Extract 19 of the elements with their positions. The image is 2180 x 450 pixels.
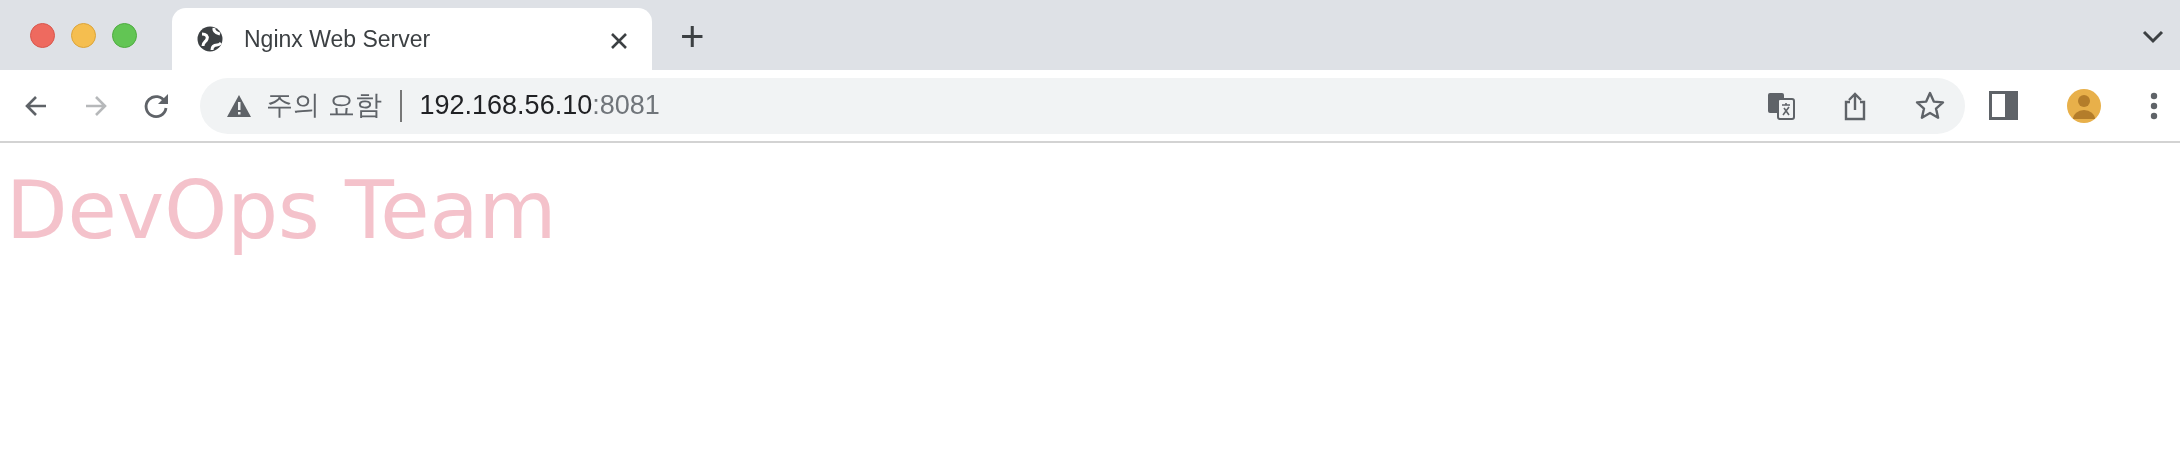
avatar-icon[interactable] [2066, 87, 2102, 124]
menu-icon[interactable] [2150, 91, 2158, 120]
url-port: :8081 [592, 89, 660, 123]
close-window-button[interactable] [30, 22, 55, 48]
browser-tab[interactable]: Nginx Web Server [172, 8, 652, 70]
url-host: 192.168.56.10 [419, 89, 593, 123]
share-icon[interactable] [1843, 90, 1867, 121]
star-icon[interactable] [1915, 90, 1945, 121]
address-bar[interactable]: 주의 요함 192.168.56.10:8081 [200, 77, 1965, 134]
close-icon[interactable] [610, 31, 628, 50]
tab-title: Nginx Web Server [244, 24, 431, 54]
security-label[interactable]: 주의 요함 [266, 85, 382, 126]
chevron-down-icon[interactable] [2142, 29, 2164, 44]
translate-icon[interactable] [1767, 91, 1795, 120]
side-panel-icon[interactable] [1989, 91, 2018, 120]
warning-icon [226, 93, 252, 118]
page-heading: DevOps Team [6, 163, 558, 259]
new-tab-button[interactable]: + [672, 16, 713, 58]
globe-icon [196, 25, 224, 53]
